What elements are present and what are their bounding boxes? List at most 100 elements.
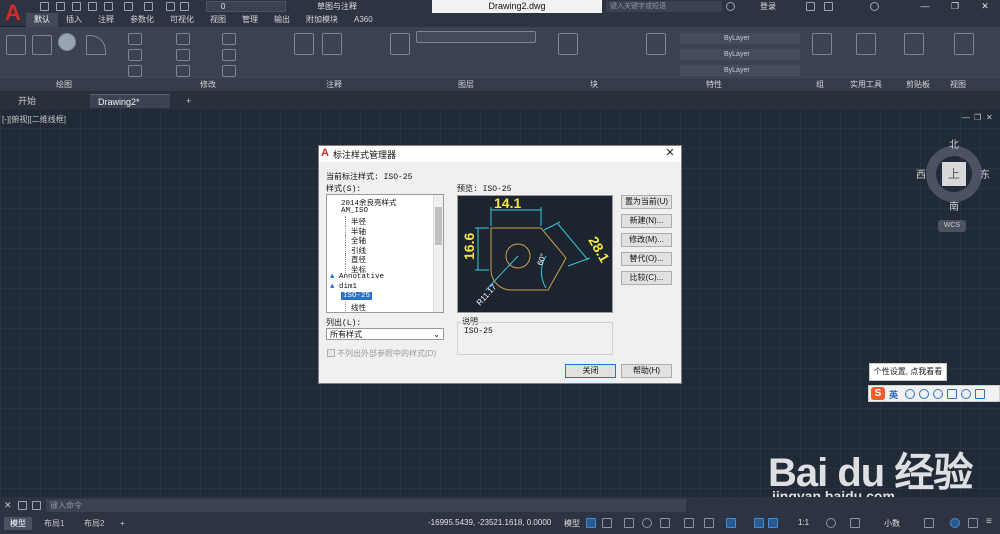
layer-combo[interactable]	[416, 31, 536, 43]
tab-default[interactable]: 默认	[26, 13, 58, 27]
paste-icon[interactable]	[904, 33, 924, 55]
dimension-icon[interactable]	[322, 33, 342, 55]
linetype-combo[interactable]: ByLayer	[680, 65, 800, 76]
tab-a360[interactable]: A360	[346, 13, 381, 27]
trim-icon[interactable]	[222, 33, 236, 45]
group-label-modify[interactable]: 修改	[200, 79, 216, 91]
ime-tooltip[interactable]: 个性设置, 点我看看	[869, 363, 947, 381]
command-input[interactable]: 键入命令	[46, 499, 686, 512]
recent-commands-icon[interactable]	[32, 501, 41, 510]
tab-view[interactable]: 视图	[202, 13, 234, 27]
scale-icon[interactable]	[176, 65, 190, 77]
viewport-restore-icon[interactable]: ❐	[974, 114, 982, 122]
plot-icon[interactable]	[104, 2, 113, 11]
redo-icon[interactable]	[144, 2, 153, 11]
quick-layer-combo[interactable]: 0	[206, 1, 286, 12]
save-icon[interactable]	[72, 2, 81, 11]
snap-icon[interactable]	[602, 518, 612, 528]
line-icon[interactable]	[6, 35, 26, 55]
layer-state-icon[interactable]	[166, 2, 175, 11]
list-filter-select[interactable]: 所有样式 ⌄	[326, 328, 444, 340]
fillet-icon[interactable]	[222, 49, 236, 61]
emoji-icon[interactable]	[919, 389, 929, 399]
insert-block-icon[interactable]	[558, 33, 578, 55]
new-style-button[interactable]: 新建(N)...	[621, 214, 672, 228]
viewcube[interactable]: 上 北 南 东 西	[916, 136, 990, 218]
group-label-properties[interactable]: 特性	[706, 79, 722, 91]
style-list-item[interactable]: ISO-25	[341, 292, 373, 300]
restore-button[interactable]: ❐	[940, 0, 970, 13]
customize-command-icon[interactable]	[18, 501, 27, 510]
tab-parametric[interactable]: 参数化	[122, 13, 162, 27]
rotate-icon[interactable]	[176, 33, 190, 45]
coordinates-display[interactable]: -16995.5439, -23521.1618, 0.0000	[428, 518, 551, 527]
ime-language-toggle[interactable]: 英	[889, 388, 898, 401]
group-label-clipboard[interactable]: 剪贴板	[906, 79, 930, 91]
compass-south[interactable]: 南	[949, 198, 959, 213]
a360-icon[interactable]	[824, 2, 833, 11]
search-input[interactable]: 键入关键字或短语	[606, 1, 722, 12]
group-label-annotation[interactable]: 注释	[326, 79, 342, 91]
group-label-draw[interactable]: 绘图	[56, 79, 72, 91]
help-icon[interactable]	[870, 2, 879, 11]
undo-icon[interactable]	[124, 2, 133, 11]
tab-annotate[interactable]: 注释	[90, 13, 122, 27]
exclude-xref-checkbox[interactable]: 不列出外部参照中的样式(D)	[327, 348, 436, 359]
isodraft-icon[interactable]	[660, 518, 670, 528]
group-label-groups[interactable]: 组	[816, 79, 824, 91]
compare-style-button[interactable]: 比较(C)...	[621, 271, 672, 285]
save-as-icon[interactable]	[88, 2, 97, 11]
toolbox-icon[interactable]	[975, 389, 985, 399]
customization-menu-icon[interactable]: ≡	[986, 517, 996, 528]
tab-visualize[interactable]: 可视化	[162, 13, 202, 27]
open-file-icon[interactable]	[56, 2, 65, 11]
compass-north[interactable]: 北	[949, 136, 959, 151]
exchange-icon[interactable]	[806, 2, 815, 11]
grid-icon[interactable]	[586, 518, 596, 528]
style-list-item[interactable]: AM_ISO	[341, 207, 368, 215]
sogou-logo-icon[interactable]: S	[871, 387, 885, 400]
set-current-button[interactable]: 置为当前(U)	[621, 195, 672, 209]
auto-scale-icon[interactable]	[768, 518, 778, 528]
styles-list[interactable]: 2014余良亮样式 AM_ISO 半径 半轴 全轴 引线 直径 坐标 Annotative ▲ di…	[326, 194, 444, 313]
style-list-item[interactable]: 线性	[351, 302, 366, 313]
close-command-icon[interactable]: ✕	[4, 501, 13, 510]
modify-style-button[interactable]: 修改(M)...	[621, 233, 672, 247]
color-combo[interactable]: ByLayer	[680, 33, 800, 44]
override-style-button[interactable]: 替代(O)...	[621, 252, 672, 266]
viewport-close-icon[interactable]: ✕	[986, 114, 994, 122]
styles-list-scrollbar[interactable]	[433, 195, 443, 312]
copy-icon[interactable]	[128, 49, 142, 61]
add-layout-button[interactable]: +	[114, 517, 131, 530]
fullscreen-icon[interactable]	[968, 518, 978, 528]
style-list-item[interactable]: dim1	[339, 283, 357, 291]
microphone-icon[interactable]	[933, 389, 943, 399]
group-label-layers[interactable]: 图层	[458, 79, 474, 91]
isolate-objects-icon[interactable]	[950, 518, 960, 528]
measure-icon[interactable]	[856, 33, 876, 55]
units-display[interactable]: 小数	[884, 518, 900, 529]
arc-icon[interactable]	[86, 35, 106, 55]
array-icon[interactable]	[222, 65, 236, 77]
object-snap-icon[interactable]	[684, 518, 694, 528]
punctuation-icon[interactable]	[905, 389, 915, 399]
match-properties-icon[interactable]	[646, 33, 666, 55]
sun-icon[interactable]	[180, 2, 189, 11]
keyboard-icon[interactable]	[947, 389, 957, 399]
new-file-icon[interactable]	[40, 2, 49, 11]
search-icon[interactable]	[726, 2, 735, 11]
tab-manage[interactable]: 管理	[234, 13, 266, 27]
viewport-controls[interactable]: [-][俯视][二维线框]	[2, 114, 66, 125]
ucs-menu[interactable]: WCS	[938, 220, 966, 232]
stretch-icon[interactable]	[128, 65, 142, 77]
group-label-block[interactable]: 块	[590, 79, 598, 91]
tab-addins[interactable]: 附加模块	[298, 13, 346, 27]
annotation-scale[interactable]: 1:1	[798, 518, 809, 527]
group-label-view[interactable]: 视图	[950, 79, 966, 91]
text-icon[interactable]	[294, 33, 314, 55]
layout-tab-layout1[interactable]: 布局1	[38, 517, 70, 530]
style-list-item[interactable]: Annotative	[339, 273, 384, 281]
close-window-button[interactable]: ✕	[970, 0, 1000, 13]
tab-insert[interactable]: 插入	[58, 13, 90, 27]
file-tab-start[interactable]: 开始	[10, 94, 44, 108]
